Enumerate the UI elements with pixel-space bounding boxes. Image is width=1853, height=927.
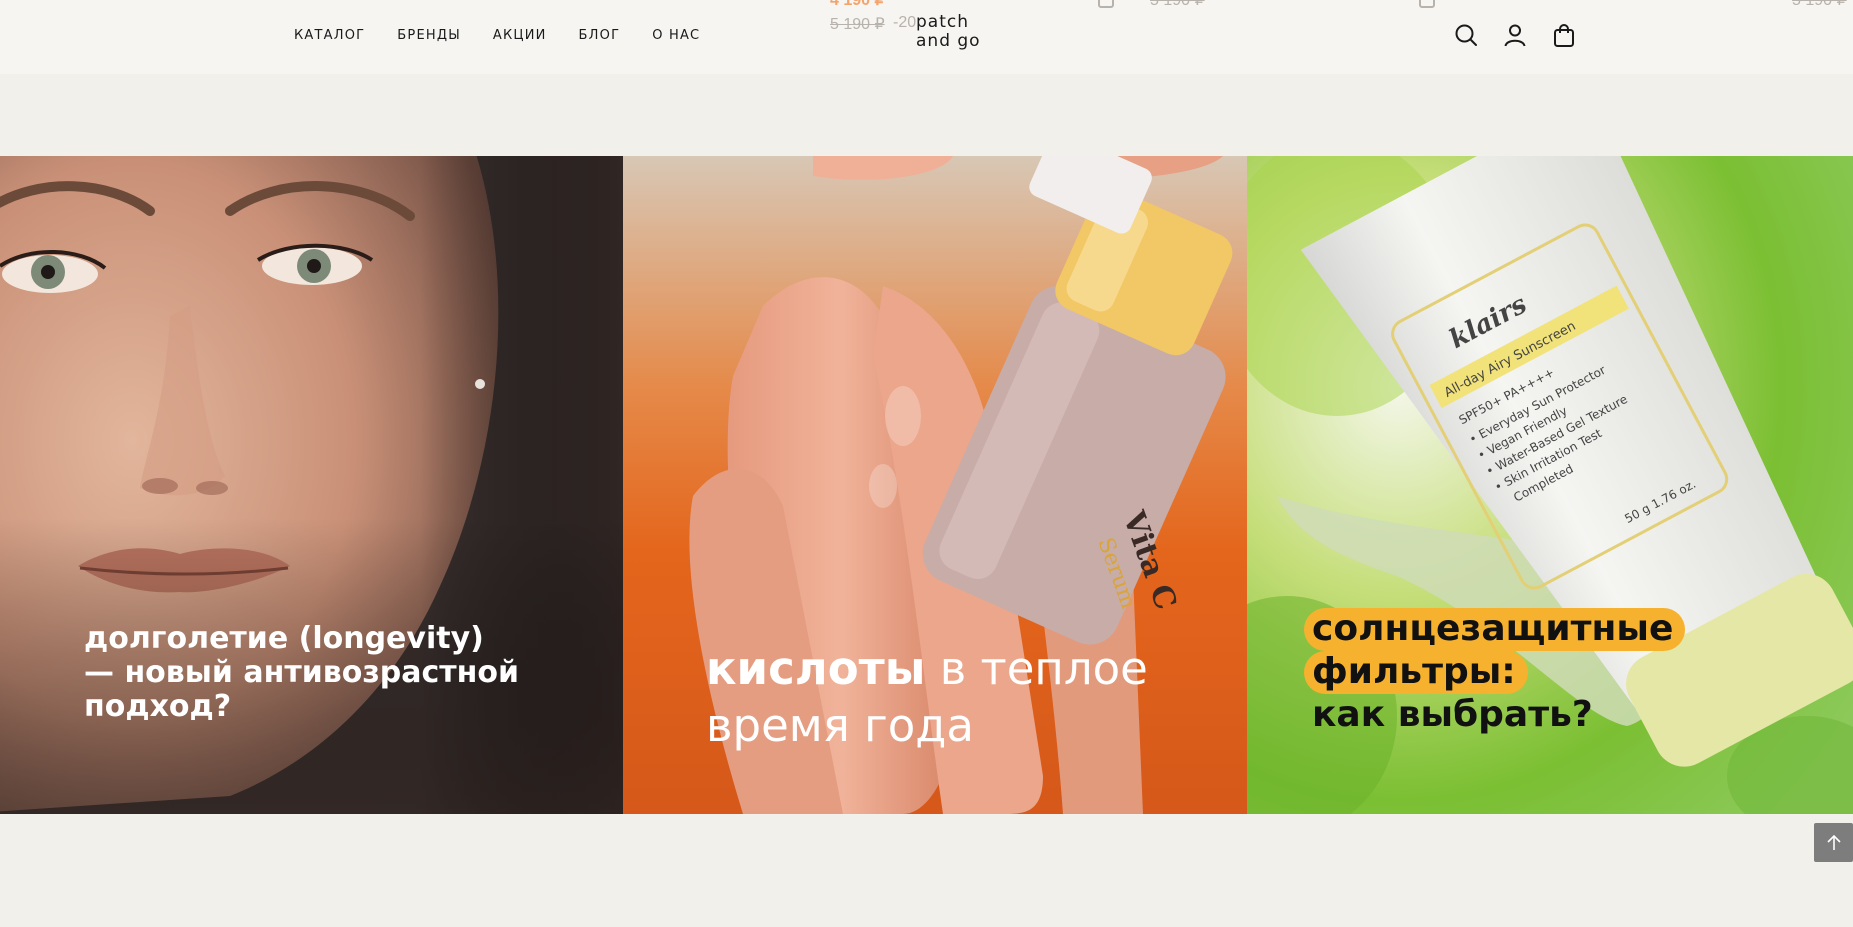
banner-title-highlight: солнцезащитные bbox=[1304, 608, 1686, 651]
logo-line-2: and go bbox=[916, 31, 981, 51]
nav-item-catalog[interactable]: КАТАЛОГ bbox=[294, 28, 365, 43]
banner-title-line: долголетие (longevity) bbox=[84, 621, 484, 656]
ghost-product-price: 4 190 ₽ bbox=[830, 0, 885, 9]
site-logo[interactable]: patch and go bbox=[916, 13, 981, 51]
header-actions bbox=[1454, 23, 1576, 47]
ghost-product-discount: -20 bbox=[893, 14, 917, 31]
banner-title-rest: в теплое bbox=[925, 642, 1148, 695]
banner-acids[interactable]: Vita C Serum кислоты в теплое время года bbox=[623, 156, 1247, 814]
bag-icon[interactable] bbox=[1552, 23, 1576, 47]
search-icon[interactable] bbox=[1454, 23, 1478, 47]
logo-line-1: patch bbox=[916, 12, 969, 32]
banner-title: долголетие (longevity) — новый антивозра… bbox=[84, 622, 519, 724]
arrow-up-icon bbox=[1826, 834, 1841, 850]
ghost-cart-icon bbox=[1098, 0, 1114, 8]
banner-title: кислоты в теплое время года bbox=[706, 640, 1148, 754]
banner-longevity[interactable]: долголетие (longevity) — новый антивозра… bbox=[0, 156, 623, 814]
blog-banners: долголетие (longevity) — новый антивозра… bbox=[0, 156, 1853, 814]
banner-title-highlight: фильтры: bbox=[1304, 651, 1528, 694]
ghost-product-price-b: 5 190 ₽ bbox=[1150, 0, 1205, 9]
banner-title-bold: кислоты bbox=[706, 642, 926, 695]
nav-item-brands[interactable]: БРЕНДЫ bbox=[397, 28, 461, 43]
banner-title-line: подход? bbox=[84, 689, 232, 724]
banner-title-line: — новый антивозрастной bbox=[84, 655, 520, 690]
ghost-cart-icon bbox=[1419, 0, 1435, 8]
banner-title-rest: время года bbox=[706, 699, 974, 752]
user-icon[interactable] bbox=[1503, 23, 1527, 47]
nav-item-about[interactable]: О НАС bbox=[652, 28, 700, 43]
site-header: 4 190 ₽ 5 190 ₽ -20 5 190 ₽ 5 190 ₽ КАТА… bbox=[0, 0, 1853, 74]
nav-item-sales[interactable]: АКЦИИ bbox=[493, 28, 547, 43]
ghost-product-price-c: 5 190 ₽ bbox=[1792, 0, 1847, 9]
main-nav: КАТАЛОГ БРЕНДЫ АКЦИИ БЛОГ О НАС bbox=[294, 28, 732, 43]
banner-sunscreen[interactable]: klairs All-day Airy Sunscreen SPF50+ PA+… bbox=[1247, 156, 1853, 814]
banner-title-line: как выбрать? bbox=[1312, 694, 1593, 735]
nav-item-blog[interactable]: БЛОГ bbox=[579, 28, 621, 43]
scroll-to-top-button[interactable] bbox=[1814, 823, 1853, 862]
banner-title: солнцезащитные фильтры: как выбрать? bbox=[1304, 608, 1686, 735]
ghost-product-old-price: 5 190 ₽ bbox=[830, 16, 885, 33]
